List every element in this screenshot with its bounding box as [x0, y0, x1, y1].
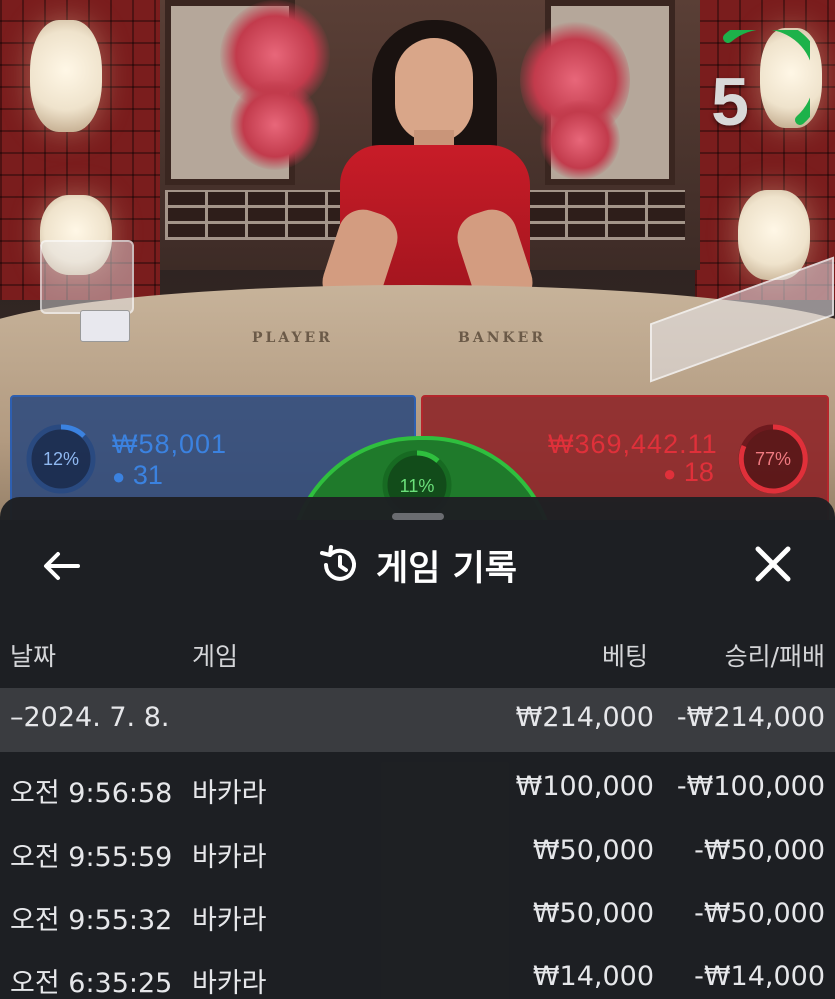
table-label-player: PLAYER — [252, 330, 333, 346]
live-video-feed: PLAYER BANKER 5 12% ₩58,001 ● 31 ₩369,44… — [0, 0, 835, 520]
row-game: 바카라 — [192, 905, 267, 936]
user-icon: ● — [663, 461, 677, 486]
table-label-banker: BANKER — [458, 330, 546, 346]
row-bet: ₩50,000 — [532, 898, 654, 929]
row-time: 오전 9:55:59 — [10, 842, 173, 873]
row-bet: ₩50,000 — [532, 835, 654, 866]
dealer-face — [395, 38, 473, 143]
banker-percent: 77% — [754, 449, 792, 469]
history-row[interactable]: 오전 9:55:59 바카라 ₩50,000 -₩50,000 — [0, 821, 835, 885]
card-stack — [80, 310, 130, 342]
lantern-decor — [738, 190, 810, 280]
player-bettor-count: ● 31 — [112, 460, 163, 491]
row-time: 오전 9:55:32 — [10, 905, 173, 936]
row-time: 오전 6:35:25 — [10, 968, 173, 999]
banker-total-amount: ₩369,442.11 — [548, 429, 718, 459]
row-game: 바카라 — [192, 842, 267, 873]
date-group-row[interactable]: –2024. 7. 8. ₩214,000 -₩214,000 — [0, 688, 835, 752]
column-header-game: 게임 — [192, 642, 239, 671]
row-result: -₩50,000 — [694, 898, 825, 929]
row-bet: ₩14,000 — [532, 961, 654, 992]
lantern-decor — [30, 20, 102, 132]
history-row[interactable]: 오전 6:35:25 바카라 ₩14,000 -₩14,000 — [0, 947, 835, 999]
column-header-date: 날짜 — [10, 642, 57, 671]
row-game: 바카라 — [192, 778, 267, 809]
row-result: -₩14,000 — [694, 961, 825, 992]
history-icon — [320, 545, 356, 581]
user-icon: ● — [112, 464, 126, 489]
close-button[interactable] — [748, 543, 798, 589]
row-bet: ₩100,000 — [515, 771, 654, 802]
row-result: -₩50,000 — [694, 835, 825, 866]
banker-bettor-count-value: 18 — [683, 457, 714, 487]
date-group-result: -₩214,000 — [676, 702, 825, 733]
row-time: 오전 9:56:58 — [10, 778, 173, 809]
column-header-bet: 베팅 — [601, 642, 648, 671]
banker-bettor-count: ● 18 — [663, 457, 714, 488]
date-group-label: –2024. 7. 8. — [10, 702, 170, 733]
sheet-header: 게임 기록 — [0, 537, 835, 593]
player-percent: 12% — [42, 449, 80, 469]
history-row[interactable]: 오전 9:55:32 바카라 ₩50,000 -₩50,000 — [0, 884, 835, 948]
countdown-value: 5 — [711, 64, 749, 140]
row-result: -₩100,000 — [676, 771, 825, 802]
blossom-decor — [230, 80, 320, 170]
drag-handle[interactable] — [392, 513, 444, 520]
column-header-result: 승리/패배 — [724, 642, 825, 671]
blossom-decor — [540, 100, 620, 180]
tie-percent: 11% — [399, 476, 435, 496]
date-group-bet: ₩214,000 — [515, 702, 654, 733]
history-row[interactable]: 오전 9:56:58 바카라 ₩100,000 -₩100,000 — [0, 757, 835, 821]
discard-tray — [40, 240, 134, 314]
game-history-sheet: 게임 기록 날짜 게임 베팅 승리/패배 –2024. 7. 8. ₩214,0… — [0, 497, 835, 999]
sheet-title: 게임 기록 — [376, 548, 517, 589]
player-total-amount: ₩58,001 — [112, 429, 228, 459]
row-game: 바카라 — [192, 968, 267, 999]
close-icon — [755, 546, 791, 582]
player-bettor-count-value: 31 — [132, 460, 163, 490]
